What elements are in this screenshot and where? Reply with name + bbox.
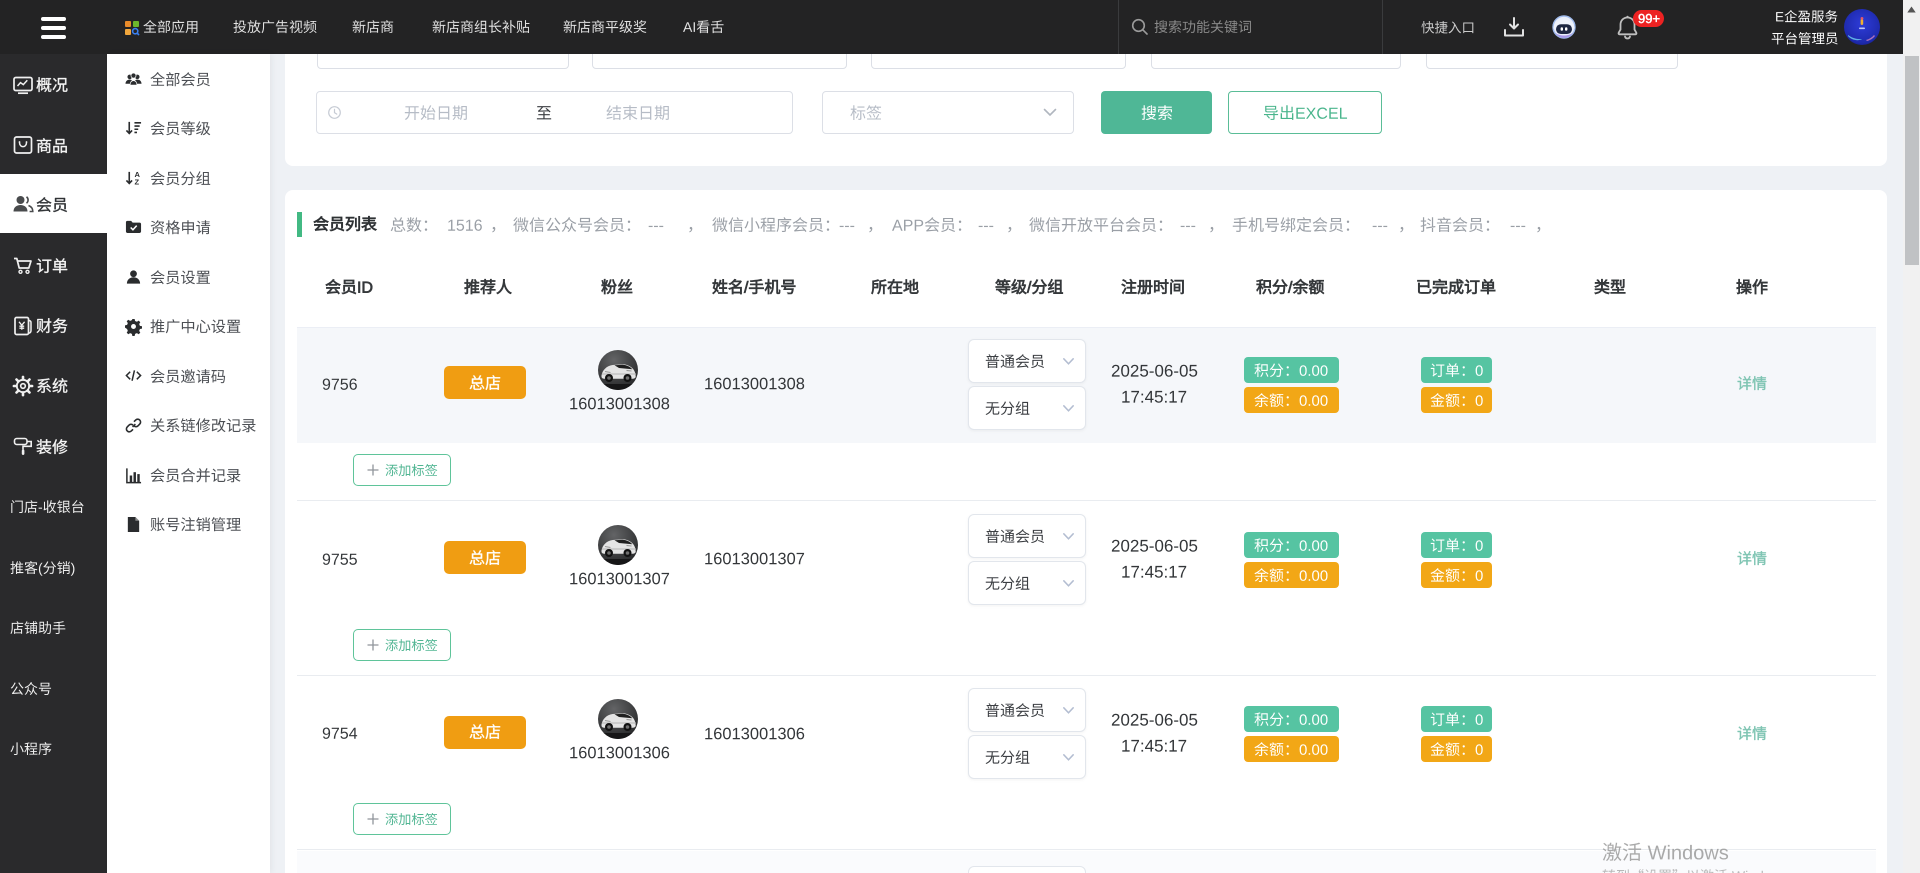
- svg-text:Z: Z: [134, 177, 139, 186]
